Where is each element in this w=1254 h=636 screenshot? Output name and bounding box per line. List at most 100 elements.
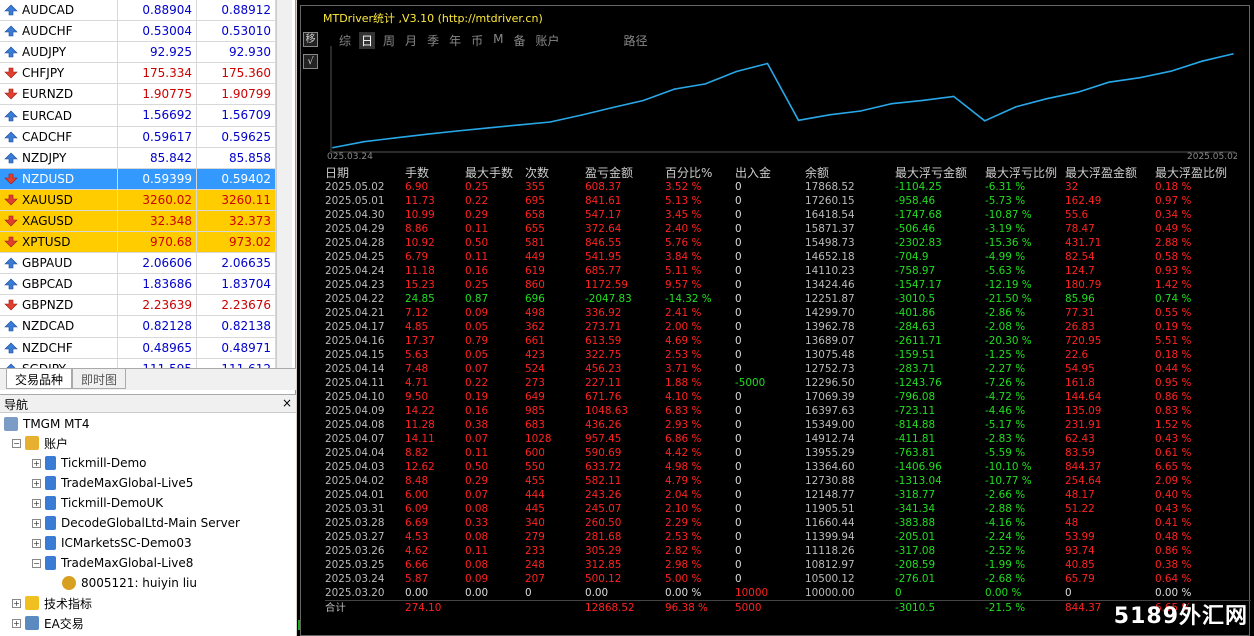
market-row[interactable]: GBPNZD 2.23639 2.23676 (0, 295, 276, 317)
equity-point (704, 83, 707, 85)
nav-account-item[interactable]: + ICMarketsSC-Demo03 (32, 534, 192, 552)
expand-icon[interactable]: + (12, 598, 21, 608)
nav-account-item[interactable]: + TradeMaxGlobal-Live5 (32, 474, 193, 492)
table-cell: 243.26 (585, 489, 622, 501)
tab-tick-chart[interactable]: 即时图 (72, 369, 127, 389)
expand-icon[interactable]: + (32, 478, 41, 488)
table-cell: 0.48 % (1155, 531, 1192, 543)
table-cell: -317.08 (895, 545, 936, 557)
table-cell: 6.69 (405, 517, 429, 529)
table-row: 2025.04.01 6.00 0.07 444 243.26 2.04 % 0 12148.… (325, 488, 1251, 502)
tab-symbols[interactable]: 交易品种 (6, 369, 73, 389)
market-row[interactable]: EURCAD 1.56692 1.56709 (0, 105, 276, 127)
table-cell: 0 (735, 461, 742, 473)
market-row[interactable]: AUDCAD 0.88904 0.88912 (0, 0, 276, 22)
close-icon[interactable]: × (282, 396, 292, 411)
table-cell: 0 (735, 517, 742, 529)
market-row[interactable]: GBPAUD 2.06606 2.06635 (0, 253, 276, 275)
table-cell: 2025.04.15 (325, 349, 385, 361)
table-cell: 4.62 (405, 545, 429, 557)
market-row[interactable]: XAGUSD 32.348 32.373 (0, 210, 276, 233)
table-cell: 2025.03.24 (325, 573, 385, 585)
table-cell: 231.91 (1065, 419, 1102, 431)
total-cell (525, 601, 585, 614)
table-cell: 0.25 (465, 181, 489, 193)
market-row[interactable]: GBPCAD 1.83686 1.83704 (0, 274, 276, 296)
user-icon (62, 576, 76, 590)
table-cell: 2025.04.03 (325, 461, 385, 473)
equity-point (1170, 70, 1172, 72)
total-cell: 96.38 % (665, 602, 708, 614)
arrow-down-icon (4, 68, 18, 79)
table-cell: 0 (735, 559, 742, 571)
market-row[interactable]: NZDJPY 85.842 85.858 (0, 147, 276, 169)
market-row[interactable]: CHFJPY 175.334 175.360 (0, 63, 276, 85)
account-icon (45, 476, 56, 490)
market-row[interactable]: AUDCHF 0.53004 0.53010 (0, 21, 276, 43)
table-cell: 0.87 (465, 293, 489, 305)
table-cell: 355 (525, 181, 545, 193)
table-cell: 444 (525, 489, 545, 501)
check-button[interactable]: √ (303, 54, 318, 69)
expand-icon[interactable]: + (12, 618, 21, 628)
table-cell: 2025.03.26 (325, 545, 385, 557)
equity-point (425, 133, 427, 136)
table-cell: 0.93 % (1155, 265, 1192, 277)
nav-account-item[interactable]: + Tickmill-Demo (32, 454, 147, 472)
nav-account-item[interactable]: − TradeMaxGlobal-Live8 (32, 554, 193, 572)
table-cell: 5.13 % (665, 195, 702, 207)
nav-indicators[interactable]: + 技术指标 (12, 594, 92, 612)
bid-cell: 970.68 (118, 232, 197, 253)
table-cell: 6.00 (405, 489, 429, 501)
move-button[interactable]: 移 (303, 32, 318, 47)
market-row[interactable]: XPTUSD 970.68 973.02 (0, 232, 276, 254)
market-row[interactable]: NZDCHF 0.48965 0.48971 (0, 337, 276, 359)
market-row[interactable]: CADCHF 0.59617 0.59625 (0, 126, 276, 148)
market-watch-scrollbar[interactable] (276, 0, 292, 368)
table-cell: 180.79 (1065, 279, 1102, 291)
table-row: 2025.03.31 6.09 0.08 445 245.07 2.10 % 0 11905.… (325, 502, 1251, 516)
expand-icon[interactable]: + (32, 518, 41, 528)
nav-sub-account[interactable]: 8005121: huiyin liu (62, 574, 197, 592)
table-cell: 0 (735, 433, 742, 445)
table-cell: 0 (735, 307, 742, 319)
table-cell: 22.6 (1065, 349, 1089, 361)
table-cell: 2025.04.21 (325, 307, 385, 319)
table-cell: 10500.12 (805, 573, 855, 585)
market-row[interactable]: EURNZD 1.90775 1.90799 (0, 84, 276, 106)
expand-icon[interactable]: + (32, 538, 41, 548)
table-cell: 2.93 % (665, 419, 702, 431)
nav-ea[interactable]: + EA交易 (12, 614, 84, 632)
expand-icon[interactable]: + (32, 498, 41, 508)
table-cell: 524 (525, 363, 545, 375)
table-cell: -5.17 % (985, 419, 1026, 431)
nav-accounts[interactable]: − 账户 (12, 434, 68, 452)
table-cell: -2.08 % (985, 321, 1026, 333)
collapse-icon[interactable]: − (12, 438, 21, 448)
symbol-cell: GBPAUD (0, 253, 118, 274)
collapse-icon[interactable]: − (32, 558, 41, 568)
nav-account-item[interactable]: + DecodeGlobalLtd-Main Server (32, 514, 240, 532)
equity-point (952, 95, 955, 98)
market-row[interactable]: XAUUSD 3260.02 3260.11 (0, 189, 276, 211)
table-cell: 11905.51 (805, 503, 855, 515)
nav-account-item[interactable]: + Tickmill-DemoUK (32, 494, 163, 512)
expand-icon[interactable]: + (32, 458, 41, 468)
table-cell: 0.40 % (1155, 489, 1192, 501)
symbol-name: GBPNZD (22, 298, 74, 313)
nav-root[interactable]: TMGM MT4 (4, 415, 89, 433)
table-row: 2025.03.26 4.62 0.11 233 305.29 2.82 % 0 11118.… (325, 544, 1251, 558)
bid-cell: 175.334 (118, 63, 197, 84)
market-row[interactable]: AUDJPY 92.925 92.930 (0, 42, 276, 64)
market-row[interactable]: NZDCAD 0.82128 0.82138 (0, 316, 276, 338)
table-cell: 456.23 (585, 363, 622, 375)
table-cell: -3.19 % (985, 223, 1026, 235)
symbol-cell: XAGUSD (0, 210, 118, 232)
table-cell: 15.23 (405, 279, 435, 291)
ask-cell: 973.02 (197, 232, 276, 253)
table-cell: 5.76 % (665, 237, 702, 249)
market-row[interactable]: SGDJPY111.595111.612 (0, 358, 276, 368)
market-row[interactable]: NZDUSD 0.59399 0.59402 (0, 168, 276, 190)
table-cell: 0.00 (465, 587, 489, 599)
table-cell: 846.55 (585, 237, 622, 249)
